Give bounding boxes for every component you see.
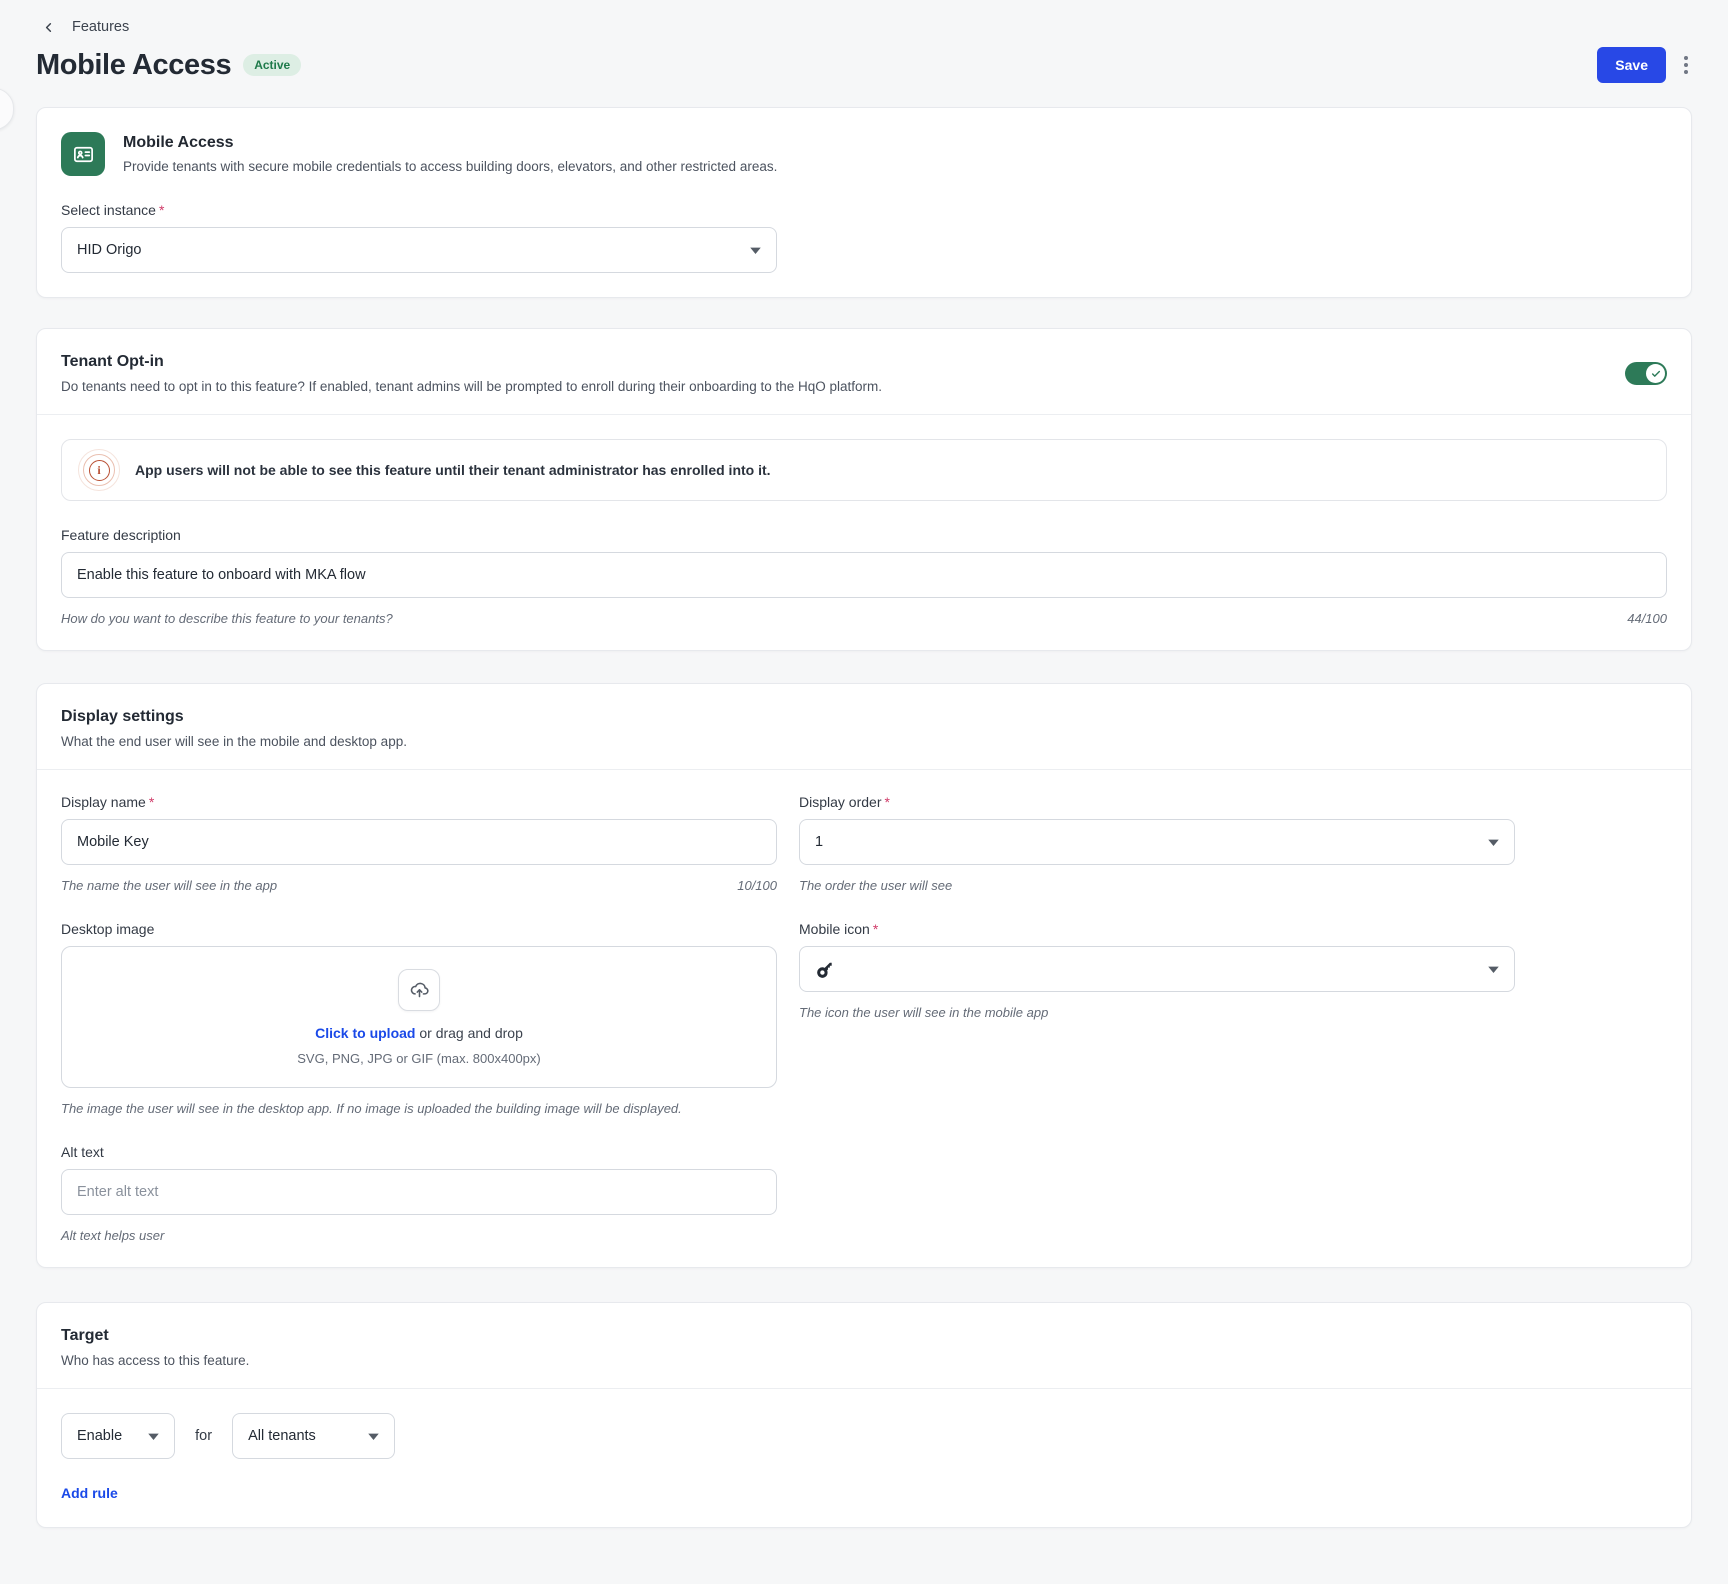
id-badge-icon	[72, 143, 95, 166]
page-header: Mobile Access Active Save	[36, 47, 1692, 83]
overflow-menu-icon[interactable]	[1680, 52, 1692, 78]
enrollment-alert-text: App users will not be able to see this f…	[135, 462, 771, 478]
display-order-helper: The order the user will see	[799, 878, 952, 893]
rule-action-value: Enable	[77, 1428, 122, 1444]
chevron-down-icon	[750, 242, 761, 258]
display-settings-card: Display settings What the end user will …	[36, 683, 1692, 1268]
click-to-upload-link[interactable]: Click to upload	[315, 1025, 415, 1041]
mobile-icon-label: Mobile icon*	[799, 921, 1515, 937]
feature-card-description: Provide tenants with secure mobile crede…	[123, 159, 777, 174]
rule-action-select[interactable]: Enable	[61, 1413, 175, 1459]
display-name-label: Display name*	[61, 794, 777, 810]
page: Features Mobile Access Active Save	[0, 0, 1728, 1552]
display-settings-subtitle: What the end user will see in the mobile…	[61, 734, 1667, 749]
display-order-label: Display order*	[799, 794, 1515, 810]
back-icon[interactable]	[36, 15, 60, 39]
display-name-counter: 10/100	[737, 878, 777, 893]
rule-audience-select[interactable]: All tenants	[232, 1413, 395, 1459]
tenant-opt-in-description: Do tenants need to opt in to this featur…	[61, 379, 882, 394]
desktop-image-helper: The image the user will see in the deskt…	[61, 1101, 682, 1116]
check-icon	[1651, 369, 1661, 379]
key-icon	[815, 959, 836, 980]
instance-select[interactable]: HID Origo	[61, 227, 777, 273]
chevron-down-icon	[148, 1428, 159, 1444]
display-settings-title: Display settings	[61, 708, 1667, 726]
rule-connector-text: for	[195, 1428, 212, 1444]
chevron-down-icon	[368, 1428, 379, 1444]
upload-formats-text: SVG, PNG, JPG or GIF (max. 800x400px)	[297, 1051, 540, 1066]
alt-text-helper: Alt text helps user	[61, 1228, 164, 1243]
feature-card-title: Mobile Access	[123, 134, 777, 152]
save-button[interactable]: Save	[1597, 47, 1666, 83]
tenant-opt-in-title: Tenant Opt-in	[61, 353, 882, 371]
feature-tile	[61, 132, 105, 176]
tenant-opt-in-toggle[interactable]	[1625, 362, 1667, 385]
alt-text-input[interactable]	[61, 1169, 777, 1215]
alt-text-label: Alt text	[61, 1144, 777, 1160]
info-icon: i	[78, 449, 120, 491]
instance-select-value: HID Origo	[77, 242, 141, 258]
page-title: Mobile Access	[36, 49, 231, 82]
feature-summary-card: Mobile Access Provide tenants with secur…	[36, 107, 1692, 298]
display-order-value: 1	[815, 834, 823, 850]
rule-audience-value: All tenants	[248, 1428, 316, 1444]
chevron-down-icon	[1488, 834, 1499, 850]
mobile-icon-helper: The icon the user will see in the mobile…	[799, 1005, 1048, 1020]
status-badge: Active	[243, 54, 301, 76]
target-card: Target Who has access to this feature. E…	[36, 1302, 1692, 1528]
drag-drop-text: or drag and drop	[415, 1025, 522, 1041]
desktop-image-dropzone[interactable]: Click to upload or drag and drop SVG, PN…	[61, 946, 777, 1088]
select-instance-label: Select instance*	[61, 202, 777, 218]
mobile-icon-select[interactable]	[799, 946, 1515, 992]
feature-description-input[interactable]	[61, 552, 1667, 598]
add-rule-link[interactable]: Add rule	[61, 1485, 118, 1501]
target-title: Target	[61, 1327, 1667, 1345]
feature-description-counter: 44/100	[1627, 611, 1667, 626]
breadcrumb-features-link[interactable]: Features	[72, 19, 129, 35]
target-rule-row: Enable for All tenants	[61, 1413, 1667, 1459]
display-name-helper: The name the user will see in the app	[61, 878, 277, 893]
desktop-image-label: Desktop image	[61, 921, 777, 937]
breadcrumb: Features	[36, 0, 1692, 39]
feature-description-label: Feature description	[61, 527, 1667, 543]
cloud-upload-icon	[398, 969, 440, 1011]
display-name-input[interactable]	[61, 819, 777, 865]
display-order-select[interactable]: 1	[799, 819, 1515, 865]
chevron-down-icon	[1488, 961, 1499, 977]
feature-description-helper: How do you want to describe this feature…	[61, 611, 393, 626]
target-subtitle: Who has access to this feature.	[61, 1353, 1667, 1368]
tenant-opt-in-card: Tenant Opt-in Do tenants need to opt in …	[36, 328, 1692, 651]
enrollment-alert: i App users will not be able to see this…	[61, 439, 1667, 501]
